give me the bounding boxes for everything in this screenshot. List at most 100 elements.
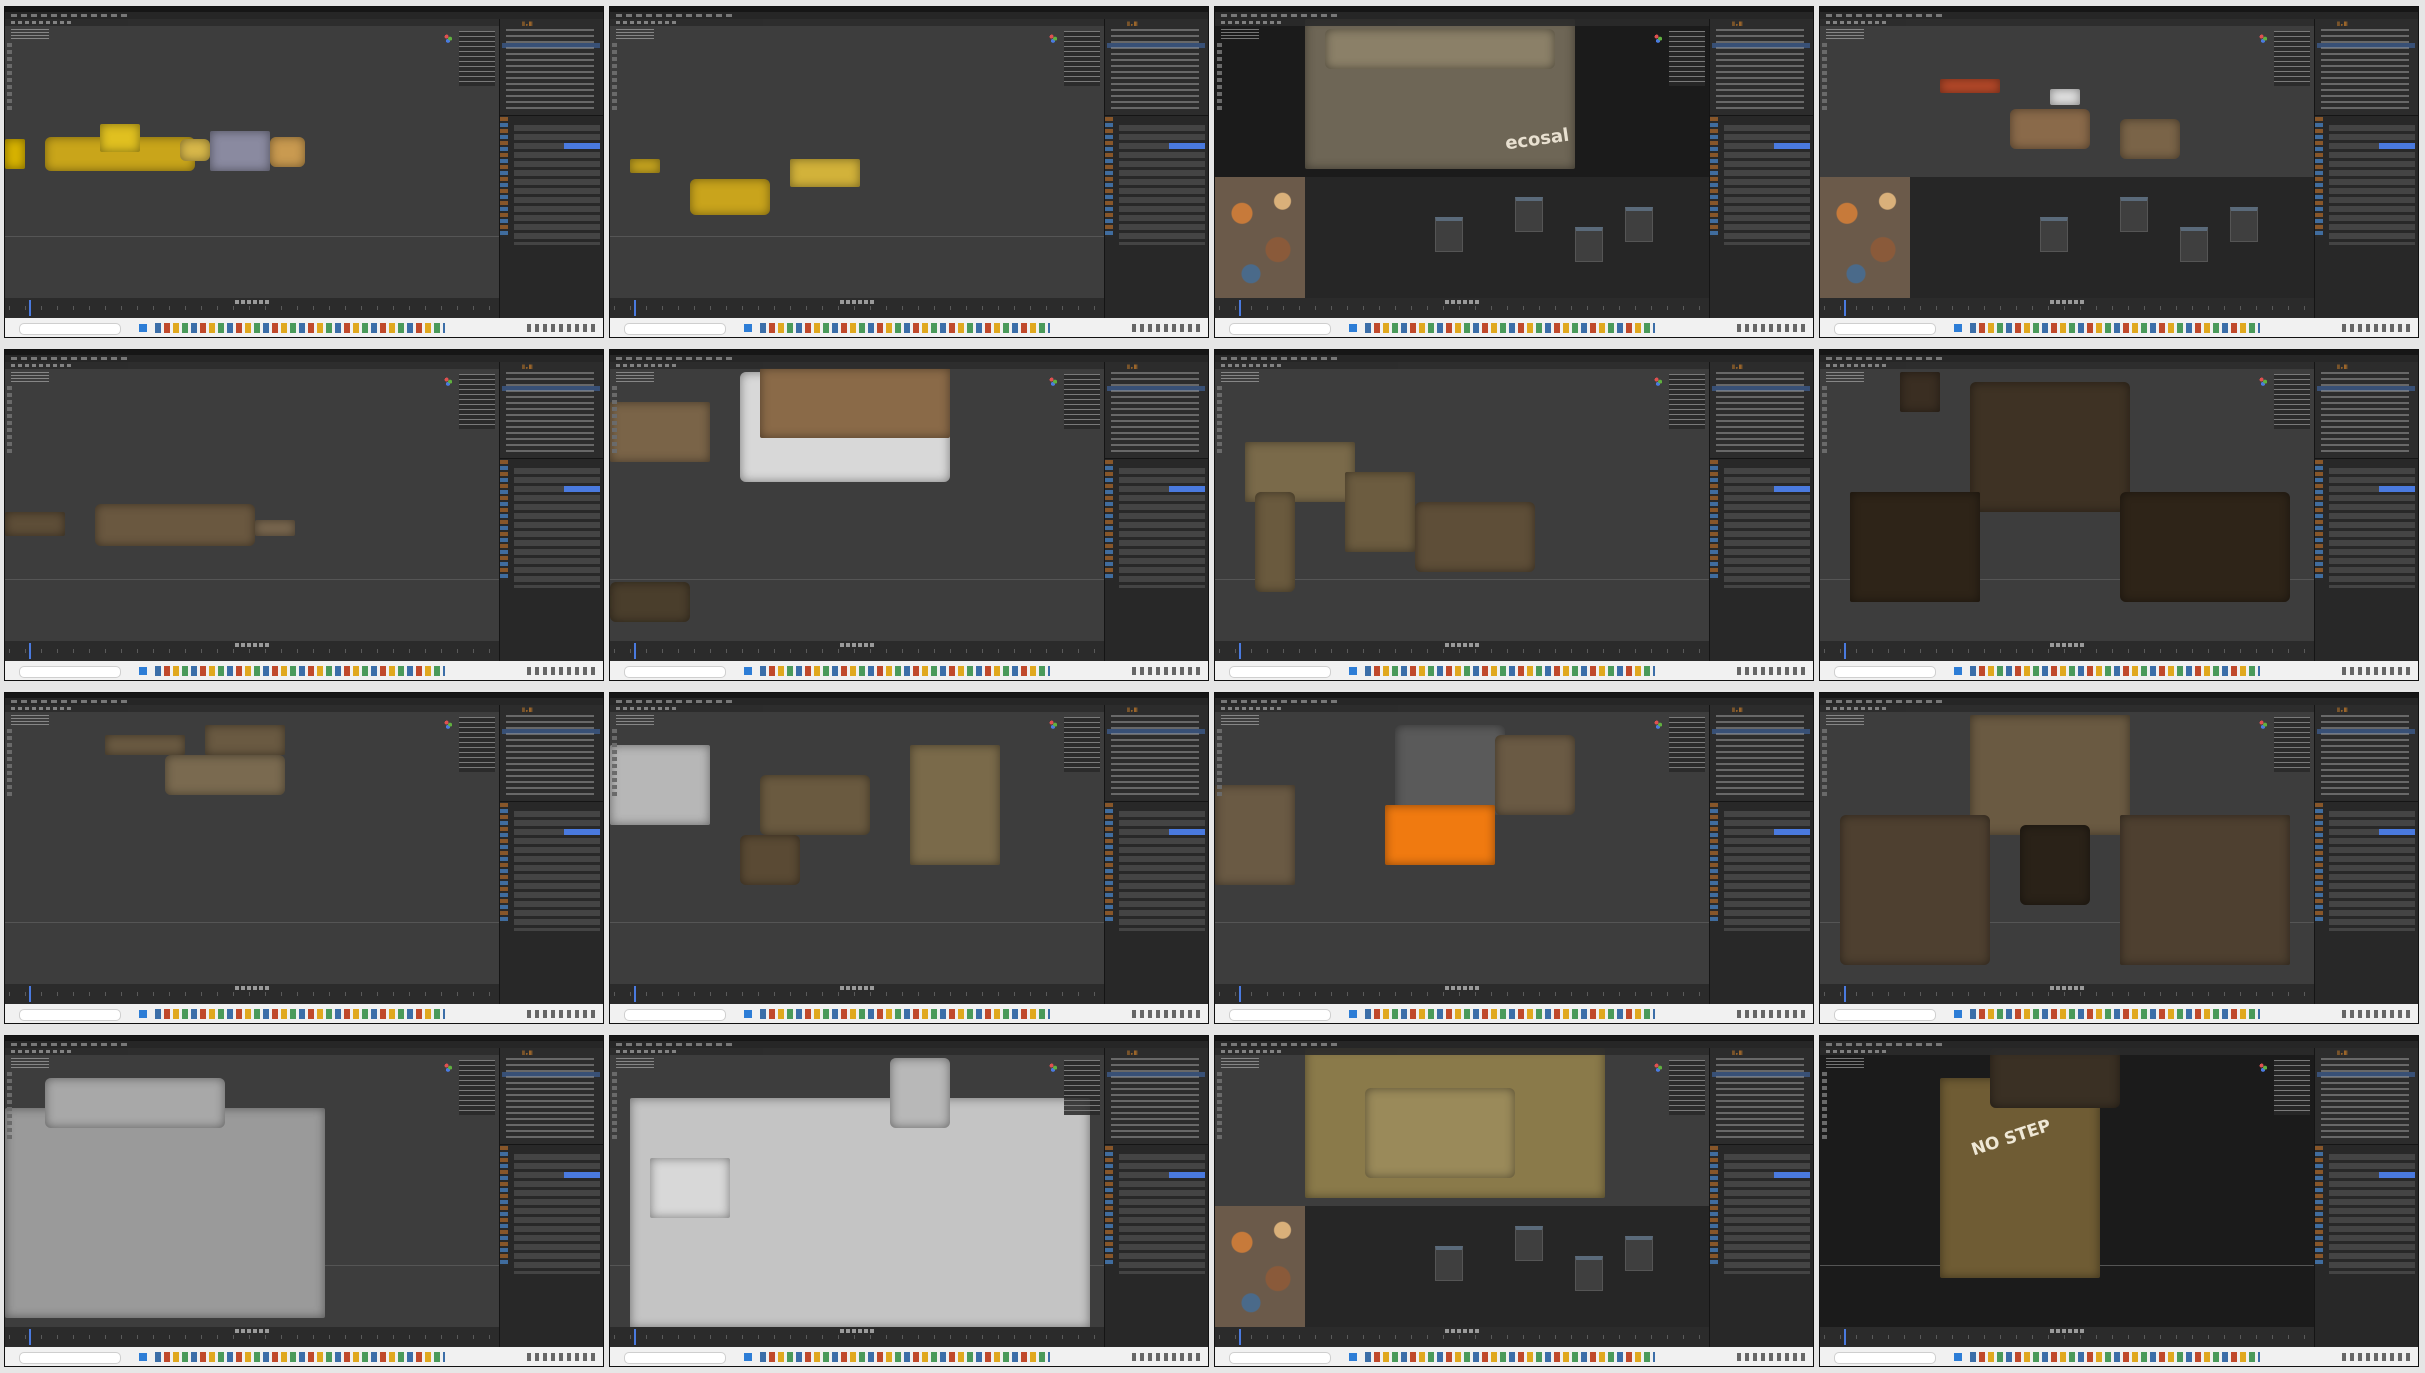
- properties-tab-icons[interactable]: [2315, 1146, 2323, 1266]
- outliner-rows[interactable]: [2321, 715, 2409, 795]
- search-icon[interactable]: [19, 1009, 121, 1021]
- 3d-viewport[interactable]: [5, 1048, 499, 1327]
- model-part[interactable]: [1495, 735, 1575, 815]
- sidebar-n-panel[interactable]: [2274, 31, 2310, 86]
- model-part[interactable]: [210, 131, 270, 171]
- playback-controls[interactable]: [840, 1329, 874, 1333]
- gizmo-axis-icon[interactable]: [2256, 1060, 2270, 1074]
- viewport-header[interactable]: [1820, 705, 2314, 712]
- viewport-header-menus[interactable]: [11, 364, 71, 367]
- search-icon[interactable]: [1229, 323, 1331, 335]
- properties-active-field[interactable]: [1774, 486, 1810, 492]
- shader-node[interactable]: [1575, 1256, 1603, 1291]
- viewport-header[interactable]: [1215, 362, 1709, 369]
- sidebar-n-panel[interactable]: [1064, 717, 1100, 772]
- windows-start-icon[interactable]: [1349, 324, 1357, 332]
- viewport-header[interactable]: [1215, 19, 1709, 26]
- properties-editor[interactable]: [1105, 460, 1208, 660]
- playback-controls[interactable]: [840, 643, 874, 647]
- windows-start-icon[interactable]: [139, 1010, 147, 1018]
- shader-node[interactable]: [2120, 197, 2148, 232]
- viewport-header[interactable]: [5, 19, 499, 26]
- model-part[interactable]: [1840, 815, 1990, 965]
- timeline-playhead[interactable]: [1844, 300, 1846, 316]
- properties-tab-icons[interactable]: [500, 117, 508, 237]
- windows-start-icon[interactable]: [744, 1010, 752, 1018]
- shader-node[interactable]: [2230, 207, 2258, 242]
- toolbar-icons[interactable]: [612, 1072, 617, 1142]
- properties-tab-icons[interactable]: [1710, 460, 1718, 580]
- outliner[interactable]: ⅡₑⅢ: [1710, 362, 1813, 459]
- viewport-header-menus[interactable]: [1826, 21, 1886, 24]
- model-part[interactable]: [95, 504, 255, 546]
- viewport-header-menus[interactable]: [1221, 21, 1281, 24]
- windows-start-icon[interactable]: [1954, 667, 1962, 675]
- properties-active-field[interactable]: [1169, 829, 1205, 835]
- playback-controls[interactable]: [1445, 300, 1479, 304]
- properties-editor[interactable]: [500, 803, 603, 1003]
- playback-controls[interactable]: [2050, 643, 2084, 647]
- properties-editor[interactable]: [2315, 803, 2418, 1003]
- taskbar-app-icons[interactable]: [760, 323, 1050, 333]
- 3d-viewport[interactable]: [610, 19, 1104, 298]
- top-menu-bar[interactable]: [610, 355, 1208, 362]
- outliner[interactable]: ⅡₑⅢ: [500, 19, 603, 116]
- model-part[interactable]: [165, 755, 285, 795]
- viewport-header[interactable]: [1215, 1048, 1709, 1055]
- sidebar-n-panel[interactable]: [2274, 374, 2310, 429]
- model-part[interactable]: [610, 745, 710, 825]
- gizmo-axis-icon[interactable]: [1651, 374, 1665, 388]
- windows-start-icon[interactable]: [139, 1353, 147, 1361]
- sidebar-n-panel[interactable]: [1064, 1060, 1100, 1115]
- model-part[interactable]: [610, 582, 690, 622]
- search-icon[interactable]: [1834, 323, 1936, 335]
- outliner[interactable]: ⅡₑⅢ: [500, 1048, 603, 1145]
- outliner-rows[interactable]: [506, 372, 594, 452]
- shader-node-editor[interactable]: [1820, 177, 2314, 298]
- properties-active-field[interactable]: [2379, 829, 2415, 835]
- search-icon[interactable]: [19, 323, 121, 335]
- timeline-playhead[interactable]: [1844, 1329, 1846, 1345]
- timeline[interactable]: [5, 641, 499, 661]
- model-part[interactable]: [1970, 715, 2130, 835]
- toolbar-icons[interactable]: [612, 43, 617, 113]
- sidebar-n-panel[interactable]: [459, 1060, 495, 1115]
- top-menu-bar[interactable]: [1215, 1041, 1813, 1048]
- search-icon[interactable]: [624, 323, 726, 335]
- top-menu-bar[interactable]: [610, 12, 1208, 19]
- search-icon[interactable]: [19, 666, 121, 678]
- model-part[interactable]: [740, 835, 800, 885]
- viewport-header-menus[interactable]: [1221, 1050, 1281, 1053]
- properties-tab-icons[interactable]: [1105, 1146, 1113, 1266]
- outliner-rows[interactable]: [2321, 372, 2409, 452]
- search-icon[interactable]: [624, 666, 726, 678]
- outliner[interactable]: ⅡₑⅢ: [1105, 705, 1208, 802]
- menu-items[interactable]: [1221, 357, 1341, 360]
- sidebar-n-panel[interactable]: [2274, 717, 2310, 772]
- timeline[interactable]: [1820, 298, 2314, 318]
- model-part[interactable]: [1850, 492, 1980, 602]
- model-part[interactable]: [1900, 372, 1940, 412]
- model-part[interactable]: [205, 725, 285, 755]
- gizmo-axis-icon[interactable]: [2256, 717, 2270, 731]
- timeline[interactable]: [5, 298, 499, 318]
- sidebar-n-panel[interactable]: [1669, 1060, 1705, 1115]
- search-icon[interactable]: [1834, 1352, 1936, 1364]
- model-part[interactable]: [100, 124, 140, 152]
- shader-node[interactable]: [1515, 197, 1543, 232]
- properties-tab-icons[interactable]: [2315, 803, 2323, 923]
- properties-active-field[interactable]: [564, 829, 600, 835]
- properties-active-field[interactable]: [1169, 1172, 1205, 1178]
- timeline[interactable]: [5, 984, 499, 1004]
- outliner-rows[interactable]: [1111, 29, 1199, 109]
- taskbar-app-icons[interactable]: [760, 1352, 1050, 1362]
- timeline-playhead[interactable]: [1239, 986, 1241, 1002]
- menu-items[interactable]: [11, 14, 131, 17]
- search-icon[interactable]: [1834, 666, 1936, 678]
- viewport-header-menus[interactable]: [1826, 1050, 1886, 1053]
- gizmo-axis-icon[interactable]: [1046, 1060, 1060, 1074]
- properties-active-field[interactable]: [1774, 143, 1810, 149]
- model-part[interactable]: [5, 139, 25, 169]
- viewport-header-menus[interactable]: [11, 21, 71, 24]
- toolbar-icons[interactable]: [7, 43, 12, 113]
